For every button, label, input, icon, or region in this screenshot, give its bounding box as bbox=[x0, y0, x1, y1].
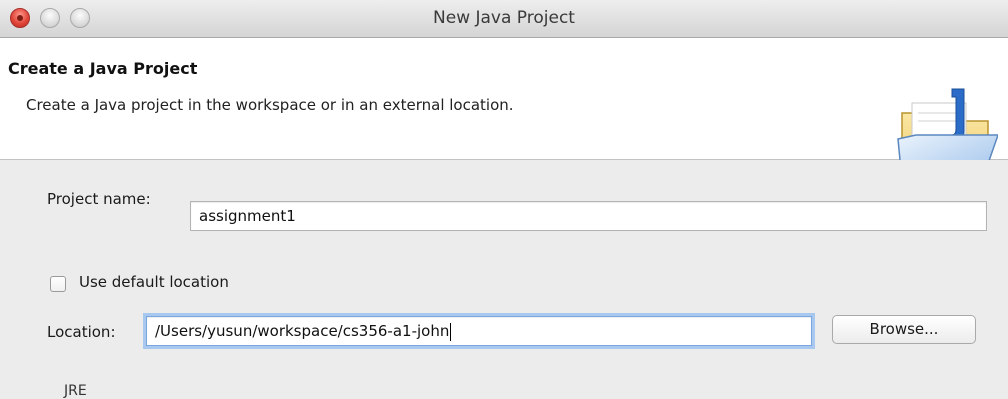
project-name-input[interactable]: assignment1 bbox=[190, 201, 987, 231]
wizard-header: Create a Java Project Create a Java proj… bbox=[0, 38, 1008, 182]
window-title: New Java Project bbox=[433, 8, 575, 28]
use-default-location-checkbox[interactable] bbox=[50, 276, 66, 292]
use-default-location-label: Use default location bbox=[79, 273, 229, 291]
location-label: Location: bbox=[47, 323, 116, 341]
location-input[interactable]: /Users/yusun/workspace/cs356-a1-john bbox=[146, 316, 812, 346]
page-title: Create a Java Project bbox=[8, 59, 198, 78]
wizard-body: Project name: assignment1 Use default lo… bbox=[0, 160, 1008, 399]
project-name-label: Project name: bbox=[47, 190, 151, 208]
jre-section-label: JRE bbox=[64, 383, 87, 399]
page-description: Create a Java project in the workspace o… bbox=[26, 96, 514, 114]
browse-button[interactable]: Browse... bbox=[832, 315, 976, 344]
text-caret bbox=[450, 322, 452, 341]
location-input-value: /Users/yusun/workspace/cs356-a1-john bbox=[155, 322, 450, 340]
window-titlebar: New Java Project bbox=[0, 0, 1008, 38]
